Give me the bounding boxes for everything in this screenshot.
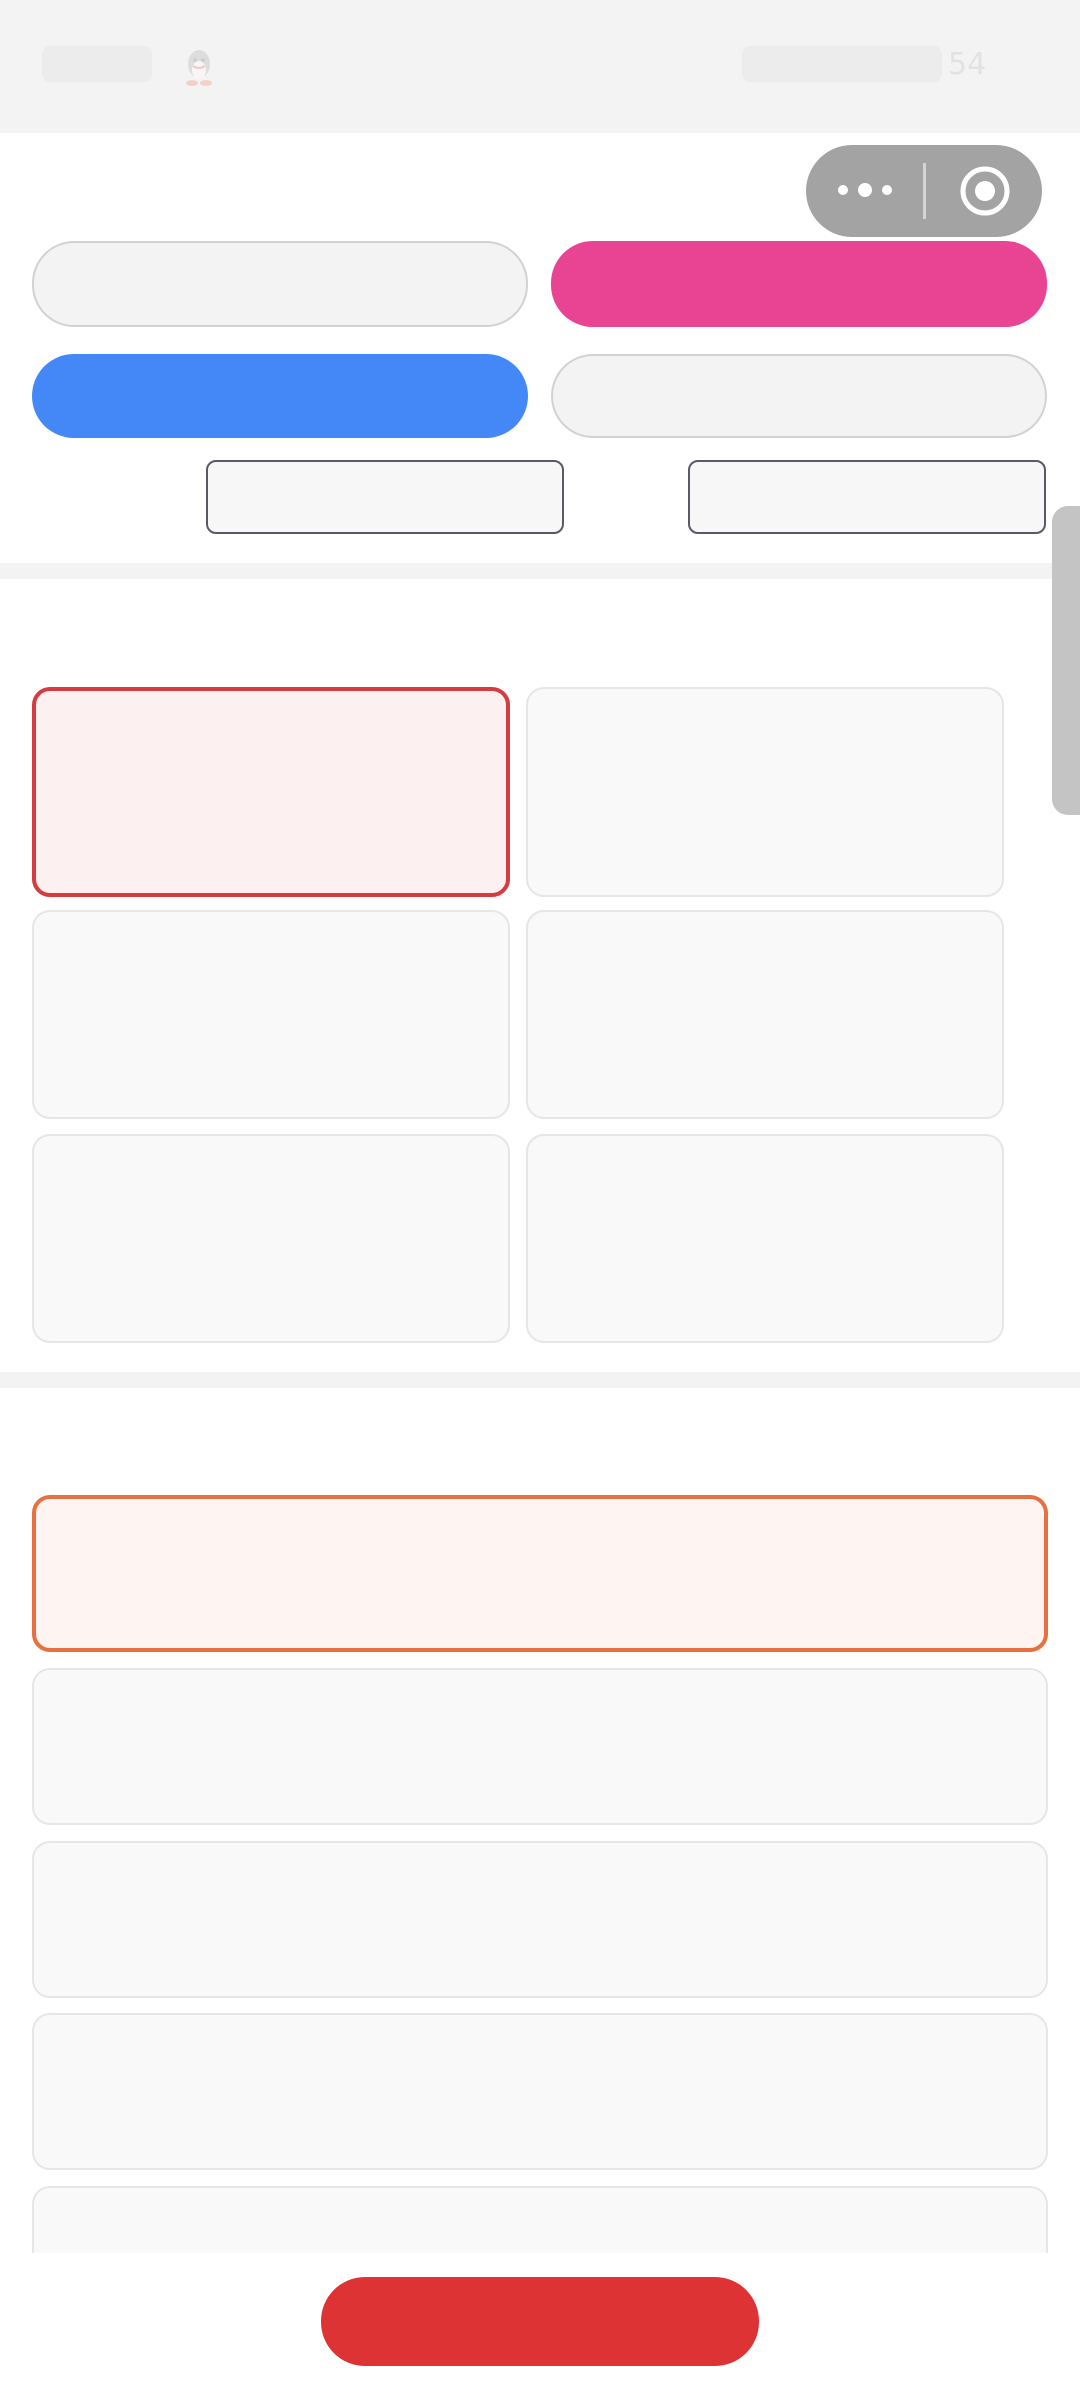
grid-card[interactable] [32, 910, 510, 1119]
target-circle-icon[interactable] [959, 165, 1011, 217]
more-dots-icon [882, 185, 892, 195]
more-dots-icon [858, 183, 872, 197]
battery-level: 54 [948, 47, 987, 82]
more-button[interactable] [806, 145, 924, 237]
list-card[interactable] [32, 1841, 1048, 1998]
qq-penguin-icon [186, 50, 212, 86]
grid-card[interactable] [32, 1134, 510, 1343]
grid-card[interactable] [526, 1134, 1004, 1343]
option-button-c[interactable] [32, 354, 528, 438]
list-card[interactable] [32, 2013, 1048, 2170]
status-bar: 54 [0, 0, 1080, 133]
section-divider [0, 1372, 1080, 1388]
capsule-divider [923, 163, 926, 219]
option-button-e[interactable] [206, 460, 564, 534]
list-card-selected[interactable] [32, 1495, 1048, 1652]
section-divider [0, 563, 1080, 579]
submit-button[interactable] [321, 2277, 759, 2366]
option-button-a[interactable] [32, 241, 528, 327]
status-time [42, 46, 152, 82]
side-drawer-handle[interactable] [1052, 506, 1080, 815]
list-card[interactable] [32, 1668, 1048, 1825]
status-icons [742, 46, 942, 82]
mini-program-capsule [806, 145, 1042, 237]
grid-card[interactable] [526, 687, 1004, 897]
option-button-d[interactable] [551, 354, 1047, 438]
option-button-b[interactable] [551, 241, 1047, 327]
grid-card[interactable] [526, 910, 1004, 1119]
more-dots-icon [838, 185, 848, 195]
option-button-f[interactable] [688, 460, 1046, 534]
grid-card-selected[interactable] [32, 687, 510, 897]
